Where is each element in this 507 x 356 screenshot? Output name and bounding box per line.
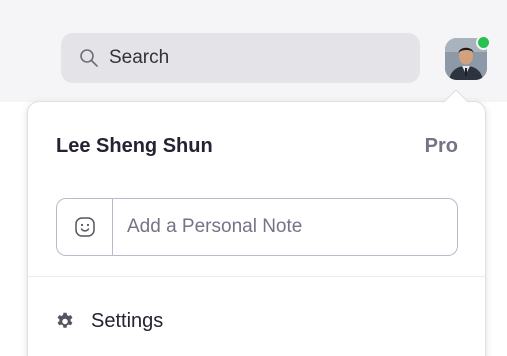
zoom-window: Search Lee Sheng Shun Pro Add a Personal… xyxy=(0,0,507,356)
top-bar: Search xyxy=(0,0,507,102)
user-name: Lee Sheng Shun xyxy=(56,135,213,157)
online-status-dot xyxy=(476,35,491,50)
profile-menu: Lee Sheng Shun Pro Settings xyxy=(27,101,486,356)
personal-note-field xyxy=(56,198,458,256)
search-label: Search xyxy=(109,47,170,68)
smiley-icon xyxy=(74,217,95,237)
menu-divider xyxy=(28,276,485,277)
gear-icon xyxy=(57,312,73,328)
search-icon xyxy=(80,49,98,67)
personal-note-input[interactable] xyxy=(113,216,443,238)
plan-badge: Pro xyxy=(424,135,458,157)
search-button[interactable]: Search xyxy=(61,33,420,83)
profile-avatar-button[interactable] xyxy=(443,35,491,82)
menu-item-settings[interactable]: Settings xyxy=(28,297,485,345)
emoji-button[interactable] xyxy=(57,199,113,255)
menu-item-label: Settings xyxy=(91,309,164,332)
